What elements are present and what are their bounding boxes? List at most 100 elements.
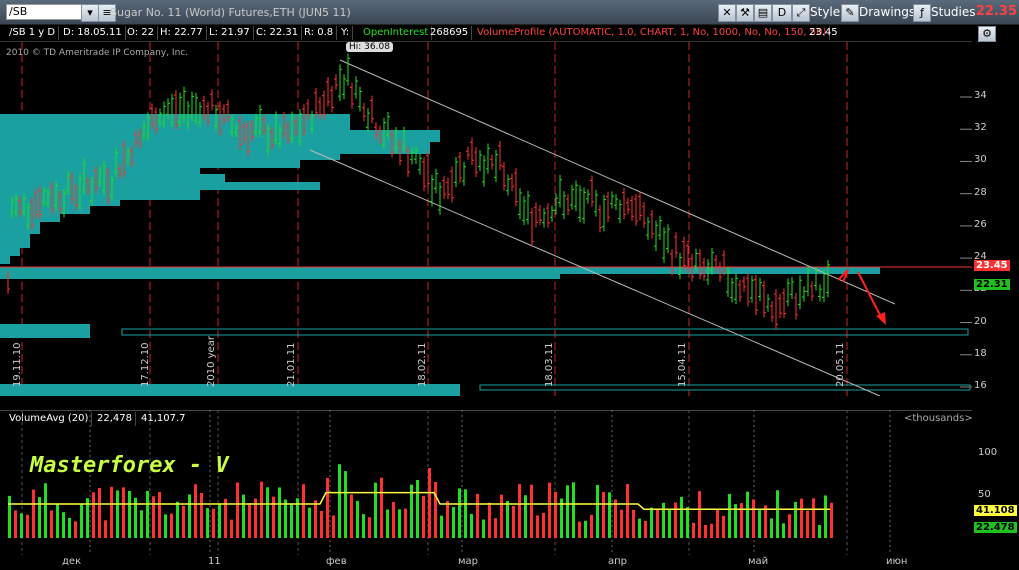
drawings-icon[interactable]: ✎ — [841, 4, 859, 22]
volume-bar — [350, 494, 353, 538]
style-menu[interactable]: Style — [810, 5, 840, 19]
volume-bar — [50, 510, 53, 538]
period-button[interactable]: D — [772, 4, 792, 22]
volume-chart[interactable] — [0, 410, 972, 555]
volume-last-label: 22.478 — [974, 522, 1017, 533]
volume-bar — [278, 487, 281, 538]
volume-profile-bar — [0, 214, 60, 222]
volume-axis-tick: 100 — [978, 447, 998, 458]
date-label: 20.05.11 — [835, 342, 846, 387]
volume-axis[interactable]: 100 50 — [972, 410, 1019, 555]
studies-icon[interactable]: ƒ — [913, 4, 931, 22]
info-vp-label[interactable]: VolumeProfile (AUTOMATIC, 1.0, CHART, 1,… — [474, 26, 831, 40]
time-axis[interactable]: дек 11 фев мар апр май июн — [0, 555, 972, 570]
info-high: H: 22.77 — [157, 26, 207, 40]
info-y: Y: — [338, 26, 354, 40]
tools-icon[interactable]: ✕ — [718, 4, 736, 22]
volume-bar — [512, 505, 515, 538]
volume-bar — [266, 487, 269, 538]
volume-bar — [8, 495, 11, 538]
volume-bar — [374, 482, 377, 538]
price-axis-tick: 34 — [974, 90, 987, 101]
volume-bar — [506, 501, 509, 538]
volume-bar — [434, 481, 437, 538]
volume-bar — [794, 501, 797, 538]
volume-bar — [14, 510, 17, 538]
volume-bar — [800, 498, 803, 538]
volume-axis-tick: 50 — [978, 489, 991, 500]
volume-bar — [320, 510, 323, 538]
volume-bar — [110, 486, 113, 538]
volume-bar — [284, 499, 287, 538]
volume-bar — [272, 496, 275, 538]
volume-bar — [740, 503, 743, 538]
volume-bar — [452, 507, 455, 538]
support-zone-box — [121, 328, 969, 336]
instrument-title: Sugar No. 11 (World) Futures,ETH (JUN5 1… — [110, 6, 351, 19]
volume-bar — [704, 524, 707, 538]
volume-bar — [206, 508, 209, 538]
chart-settings-icon[interactable]: ⚙ — [978, 26, 996, 42]
volume-bar — [326, 477, 329, 538]
info-oi-value: 268695 — [427, 26, 473, 40]
volume-bar — [146, 490, 149, 538]
volume-bar — [818, 525, 821, 538]
volume-bar — [614, 499, 617, 538]
date-label: 17.12.10 — [140, 342, 151, 387]
symbol-input[interactable]: /SB — [6, 4, 84, 20]
studies-menu[interactable]: Studies — [931, 5, 976, 19]
volume-bar — [212, 508, 215, 538]
volume-profile-bar — [0, 274, 560, 279]
date-label: 21.01.11 — [286, 342, 297, 387]
style-icon[interactable]: ⤢ — [792, 4, 810, 22]
volume-bar — [764, 505, 767, 538]
volume-bar — [638, 518, 641, 538]
volume-bar — [494, 518, 497, 538]
volume-bar — [830, 502, 833, 538]
volume-bar — [20, 513, 23, 538]
volume-profile-bar — [0, 256, 10, 264]
symbol-dropdown-icon[interactable]: ▾ — [81, 4, 99, 22]
volume-profile-bar — [0, 142, 430, 154]
volume-bar — [290, 504, 293, 538]
forecast-arrow-line — [857, 271, 883, 320]
volume-bar — [392, 501, 395, 538]
volume-bar — [674, 502, 677, 538]
volume-bar — [710, 523, 713, 538]
drawings-menu[interactable]: Drawings — [859, 5, 915, 19]
volume-bar — [746, 491, 749, 538]
date-label: 15.04.11 — [677, 342, 688, 387]
print-icon[interactable]: ▤ — [754, 4, 772, 22]
volume-bar — [398, 509, 401, 538]
volume-bar — [524, 495, 527, 538]
price-label-red: 23.45 — [974, 260, 1010, 271]
volume-bar — [680, 496, 683, 538]
volume-profile-bar — [0, 324, 90, 338]
volume-bar — [62, 512, 65, 538]
price-axis[interactable]: 34323028262422201816 — [972, 42, 1019, 396]
time-axis-label: май — [748, 556, 769, 567]
info-low: L: 21.97 — [206, 26, 254, 40]
info-oi-label[interactable]: OpenInterest — [360, 26, 433, 40]
info-symbol-period[interactable]: /SB 1 y D — [6, 26, 60, 40]
volume-bar — [440, 515, 443, 538]
volume-bar — [728, 493, 731, 538]
volume-bar — [446, 501, 449, 538]
wrench-icon[interactable]: ⚒ — [736, 4, 754, 22]
volume-profile-bar — [0, 267, 880, 274]
price-axis-tick: 28 — [974, 186, 987, 198]
price-chart[interactable]: 19.11.10 17.12.10 2010 year 21.01.11 18.02.1… — [0, 42, 972, 396]
volume-avg-label: 41.108 — [974, 505, 1017, 516]
volume-bar — [122, 487, 125, 538]
volume-bar — [380, 477, 383, 538]
volume-bar — [470, 513, 473, 538]
volume-bar — [812, 498, 815, 538]
volume-profile-bar — [0, 114, 350, 130]
price-axis-tick: 30 — [974, 154, 987, 166]
high-label: Hi: 36.08 — [346, 42, 393, 52]
volume-bar — [632, 509, 635, 538]
price-axis-tick: 16 — [974, 380, 987, 391]
watermark-text: Masterforex - V — [30, 453, 229, 478]
volume-bar — [656, 509, 659, 538]
volume-bar — [104, 520, 107, 538]
